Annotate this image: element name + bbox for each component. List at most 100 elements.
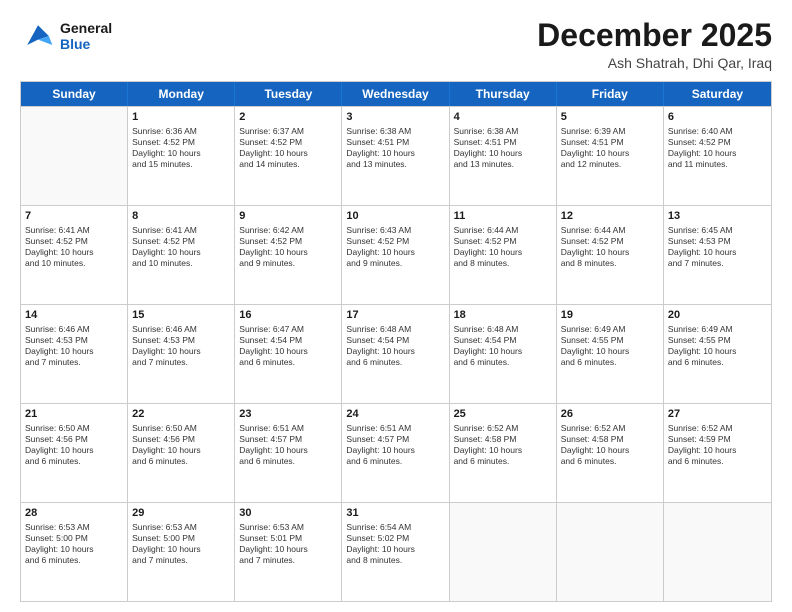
day-info: Sunrise: 6:44 AM Sunset: 4:52 PM Dayligh… bbox=[561, 225, 659, 269]
day-info: Sunrise: 6:46 AM Sunset: 4:53 PM Dayligh… bbox=[25, 324, 123, 368]
day-info: Sunrise: 6:41 AM Sunset: 4:52 PM Dayligh… bbox=[132, 225, 230, 269]
day-number: 12 bbox=[561, 209, 659, 224]
day-info: Sunrise: 6:37 AM Sunset: 4:52 PM Dayligh… bbox=[239, 126, 337, 170]
day-number: 22 bbox=[132, 407, 230, 422]
calendar-cell bbox=[21, 107, 128, 205]
calendar-cell: 26Sunrise: 6:52 AM Sunset: 4:58 PM Dayli… bbox=[557, 404, 664, 502]
header-day-saturday: Saturday bbox=[664, 82, 771, 106]
calendar-cell: 2Sunrise: 6:37 AM Sunset: 4:52 PM Daylig… bbox=[235, 107, 342, 205]
day-info: Sunrise: 6:53 AM Sunset: 5:00 PM Dayligh… bbox=[25, 522, 123, 566]
day-number: 20 bbox=[668, 308, 767, 323]
day-info: Sunrise: 6:52 AM Sunset: 4:59 PM Dayligh… bbox=[668, 423, 767, 467]
day-number: 10 bbox=[346, 209, 444, 224]
calendar-week-3: 14Sunrise: 6:46 AM Sunset: 4:53 PM Dayli… bbox=[21, 304, 771, 403]
logo: General Blue bbox=[20, 18, 112, 54]
calendar-cell: 6Sunrise: 6:40 AM Sunset: 4:52 PM Daylig… bbox=[664, 107, 771, 205]
day-number: 11 bbox=[454, 209, 552, 224]
day-number: 2 bbox=[239, 110, 337, 125]
logo-icon bbox=[20, 18, 56, 54]
calendar-cell: 10Sunrise: 6:43 AM Sunset: 4:52 PM Dayli… bbox=[342, 206, 449, 304]
day-number: 14 bbox=[25, 308, 123, 323]
calendar-cell bbox=[557, 503, 664, 601]
calendar-cell bbox=[450, 503, 557, 601]
day-info: Sunrise: 6:38 AM Sunset: 4:51 PM Dayligh… bbox=[346, 126, 444, 170]
day-number: 31 bbox=[346, 506, 444, 521]
day-number: 6 bbox=[668, 110, 767, 125]
day-number: 17 bbox=[346, 308, 444, 323]
calendar-cell: 19Sunrise: 6:49 AM Sunset: 4:55 PM Dayli… bbox=[557, 305, 664, 403]
calendar-cell: 3Sunrise: 6:38 AM Sunset: 4:51 PM Daylig… bbox=[342, 107, 449, 205]
day-number: 4 bbox=[454, 110, 552, 125]
calendar-cell: 9Sunrise: 6:42 AM Sunset: 4:52 PM Daylig… bbox=[235, 206, 342, 304]
calendar-cell: 7Sunrise: 6:41 AM Sunset: 4:52 PM Daylig… bbox=[21, 206, 128, 304]
calendar-cell: 21Sunrise: 6:50 AM Sunset: 4:56 PM Dayli… bbox=[21, 404, 128, 502]
calendar-week-5: 28Sunrise: 6:53 AM Sunset: 5:00 PM Dayli… bbox=[21, 502, 771, 601]
calendar-cell: 29Sunrise: 6:53 AM Sunset: 5:00 PM Dayli… bbox=[128, 503, 235, 601]
day-info: Sunrise: 6:51 AM Sunset: 4:57 PM Dayligh… bbox=[239, 423, 337, 467]
header-day-friday: Friday bbox=[557, 82, 664, 106]
calendar-cell: 14Sunrise: 6:46 AM Sunset: 4:53 PM Dayli… bbox=[21, 305, 128, 403]
day-number: 23 bbox=[239, 407, 337, 422]
day-number: 26 bbox=[561, 407, 659, 422]
day-number: 28 bbox=[25, 506, 123, 521]
calendar-cell: 12Sunrise: 6:44 AM Sunset: 4:52 PM Dayli… bbox=[557, 206, 664, 304]
day-info: Sunrise: 6:46 AM Sunset: 4:53 PM Dayligh… bbox=[132, 324, 230, 368]
calendar-cell: 13Sunrise: 6:45 AM Sunset: 4:53 PM Dayli… bbox=[664, 206, 771, 304]
title-block: December 2025 Ash Shatrah, Dhi Qar, Iraq bbox=[537, 18, 772, 71]
day-info: Sunrise: 6:43 AM Sunset: 4:52 PM Dayligh… bbox=[346, 225, 444, 269]
calendar-week-1: 1Sunrise: 6:36 AM Sunset: 4:52 PM Daylig… bbox=[21, 106, 771, 205]
calendar-cell: 22Sunrise: 6:50 AM Sunset: 4:56 PM Dayli… bbox=[128, 404, 235, 502]
day-info: Sunrise: 6:51 AM Sunset: 4:57 PM Dayligh… bbox=[346, 423, 444, 467]
calendar-cell: 18Sunrise: 6:48 AM Sunset: 4:54 PM Dayli… bbox=[450, 305, 557, 403]
header-day-wednesday: Wednesday bbox=[342, 82, 449, 106]
day-info: Sunrise: 6:48 AM Sunset: 4:54 PM Dayligh… bbox=[346, 324, 444, 368]
day-number: 1 bbox=[132, 110, 230, 125]
day-info: Sunrise: 6:52 AM Sunset: 4:58 PM Dayligh… bbox=[454, 423, 552, 467]
header-day-tuesday: Tuesday bbox=[235, 82, 342, 106]
calendar-cell: 24Sunrise: 6:51 AM Sunset: 4:57 PM Dayli… bbox=[342, 404, 449, 502]
logo-text: General Blue bbox=[60, 20, 112, 52]
calendar-cell: 31Sunrise: 6:54 AM Sunset: 5:02 PM Dayli… bbox=[342, 503, 449, 601]
day-info: Sunrise: 6:49 AM Sunset: 4:55 PM Dayligh… bbox=[668, 324, 767, 368]
day-info: Sunrise: 6:41 AM Sunset: 4:52 PM Dayligh… bbox=[25, 225, 123, 269]
header-day-thursday: Thursday bbox=[450, 82, 557, 106]
day-info: Sunrise: 6:53 AM Sunset: 5:00 PM Dayligh… bbox=[132, 522, 230, 566]
day-info: Sunrise: 6:50 AM Sunset: 4:56 PM Dayligh… bbox=[25, 423, 123, 467]
day-info: Sunrise: 6:38 AM Sunset: 4:51 PM Dayligh… bbox=[454, 126, 552, 170]
day-number: 18 bbox=[454, 308, 552, 323]
day-number: 30 bbox=[239, 506, 337, 521]
calendar-cell: 28Sunrise: 6:53 AM Sunset: 5:00 PM Dayli… bbox=[21, 503, 128, 601]
day-number: 15 bbox=[132, 308, 230, 323]
header-day-sunday: Sunday bbox=[21, 82, 128, 106]
day-info: Sunrise: 6:54 AM Sunset: 5:02 PM Dayligh… bbox=[346, 522, 444, 566]
calendar-week-2: 7Sunrise: 6:41 AM Sunset: 4:52 PM Daylig… bbox=[21, 205, 771, 304]
day-number: 21 bbox=[25, 407, 123, 422]
calendar-cell: 17Sunrise: 6:48 AM Sunset: 4:54 PM Dayli… bbox=[342, 305, 449, 403]
day-number: 29 bbox=[132, 506, 230, 521]
calendar-cell bbox=[664, 503, 771, 601]
day-number: 3 bbox=[346, 110, 444, 125]
day-info: Sunrise: 6:36 AM Sunset: 4:52 PM Dayligh… bbox=[132, 126, 230, 170]
day-info: Sunrise: 6:42 AM Sunset: 4:52 PM Dayligh… bbox=[239, 225, 337, 269]
day-number: 27 bbox=[668, 407, 767, 422]
day-info: Sunrise: 6:52 AM Sunset: 4:58 PM Dayligh… bbox=[561, 423, 659, 467]
calendar-cell: 30Sunrise: 6:53 AM Sunset: 5:01 PM Dayli… bbox=[235, 503, 342, 601]
calendar-cell: 8Sunrise: 6:41 AM Sunset: 4:52 PM Daylig… bbox=[128, 206, 235, 304]
calendar-cell: 1Sunrise: 6:36 AM Sunset: 4:52 PM Daylig… bbox=[128, 107, 235, 205]
main-title: December 2025 bbox=[537, 18, 772, 53]
calendar-body: 1Sunrise: 6:36 AM Sunset: 4:52 PM Daylig… bbox=[21, 106, 771, 601]
day-info: Sunrise: 6:48 AM Sunset: 4:54 PM Dayligh… bbox=[454, 324, 552, 368]
calendar-cell: 15Sunrise: 6:46 AM Sunset: 4:53 PM Dayli… bbox=[128, 305, 235, 403]
subtitle: Ash Shatrah, Dhi Qar, Iraq bbox=[537, 55, 772, 71]
day-number: 24 bbox=[346, 407, 444, 422]
day-number: 19 bbox=[561, 308, 659, 323]
day-info: Sunrise: 6:39 AM Sunset: 4:51 PM Dayligh… bbox=[561, 126, 659, 170]
day-info: Sunrise: 6:44 AM Sunset: 4:52 PM Dayligh… bbox=[454, 225, 552, 269]
calendar-week-4: 21Sunrise: 6:50 AM Sunset: 4:56 PM Dayli… bbox=[21, 403, 771, 502]
calendar-cell: 5Sunrise: 6:39 AM Sunset: 4:51 PM Daylig… bbox=[557, 107, 664, 205]
day-info: Sunrise: 6:45 AM Sunset: 4:53 PM Dayligh… bbox=[668, 225, 767, 269]
calendar-cell: 11Sunrise: 6:44 AM Sunset: 4:52 PM Dayli… bbox=[450, 206, 557, 304]
calendar-cell: 23Sunrise: 6:51 AM Sunset: 4:57 PM Dayli… bbox=[235, 404, 342, 502]
day-number: 5 bbox=[561, 110, 659, 125]
day-info: Sunrise: 6:50 AM Sunset: 4:56 PM Dayligh… bbox=[132, 423, 230, 467]
